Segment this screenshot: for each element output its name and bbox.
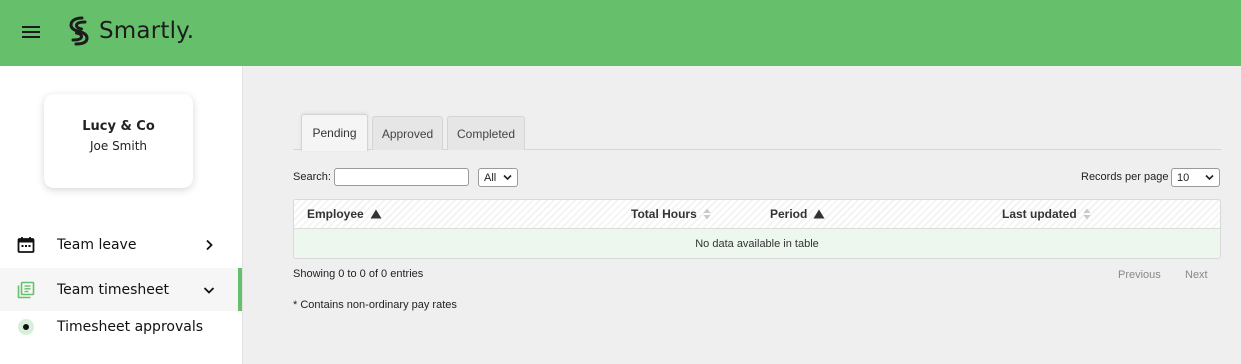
chevron-down-icon <box>1205 174 1214 181</box>
empty-table-row: No data available in table <box>294 229 1220 258</box>
column-header-label: Total Hours <box>631 207 697 221</box>
status-filter-value: All <box>484 171 497 184</box>
user-name: Joe Smith <box>89 139 148 153</box>
sort-ascending-icon <box>370 209 382 219</box>
sidebar-item-team-leave[interactable]: Team leave <box>0 224 242 266</box>
column-header-period[interactable]: Period <box>770 207 825 221</box>
column-header-label: Employee <box>307 207 364 221</box>
records-per-page-label: Records per page <box>1081 171 1169 183</box>
table-header: Employee Total Hours Period Last updated <box>294 200 1220 229</box>
company-card[interactable]: Lucy & Co Joe Smith <box>44 94 193 188</box>
calendar-icon <box>17 237 35 253</box>
sort-ascending-icon <box>813 209 825 219</box>
column-header-label: Last updated <box>1002 207 1077 221</box>
search-label: Search: <box>293 171 331 183</box>
brand-name: Smartly. <box>99 18 195 44</box>
tab-approved[interactable]: Approved <box>372 116 443 150</box>
company-name: Lucy & Co <box>82 119 155 134</box>
chevron-right-icon <box>206 239 213 251</box>
smartly-logo-icon <box>69 16 89 46</box>
brand-logo[interactable]: Smartly. <box>66 14 194 48</box>
status-tabs: Pending Approved Completed <box>293 114 1221 151</box>
active-dot-icon <box>18 319 34 335</box>
timesheet-icon <box>17 281 35 298</box>
sidebar-item-label: Timesheet approvals <box>57 319 204 335</box>
search-input[interactable] <box>334 168 469 186</box>
previous-page-button[interactable]: Previous <box>1118 269 1161 281</box>
sidebar-item-timesheet-approvals[interactable]: Timesheet approvals <box>0 309 242 345</box>
sort-both-icon <box>703 208 711 220</box>
records-per-page-select[interactable]: 10 <box>1171 168 1220 187</box>
sidebar: Lucy & Co Joe Smith Team leave Team time… <box>0 66 243 364</box>
sidebar-item-label: Team timesheet <box>57 281 169 298</box>
tab-completed[interactable]: Completed <box>447 116 525 150</box>
chevron-down-icon <box>203 286 215 294</box>
column-header-last-updated[interactable]: Last updated <box>1002 207 1091 221</box>
sort-both-icon <box>1083 208 1091 220</box>
sidebar-item-team-timesheet[interactable]: Team timesheet <box>0 268 242 311</box>
chevron-down-icon <box>503 174 512 181</box>
footnote: * Contains non-ordinary pay rates <box>293 299 457 311</box>
tab-pending[interactable]: Pending <box>301 114 368 151</box>
hamburger-menu-icon[interactable] <box>22 25 40 39</box>
sidebar-item-label: Team leave <box>57 237 137 253</box>
column-header-label: Period <box>770 207 808 221</box>
column-header-employee[interactable]: Employee <box>307 207 382 221</box>
timesheet-table: Employee Total Hours Period Last updated <box>293 199 1221 259</box>
status-filter-select[interactable]: All <box>478 168 518 187</box>
top-header: Smartly. <box>0 0 1241 66</box>
table-info: Showing 0 to 0 of 0 entries <box>293 268 424 280</box>
column-header-total-hours[interactable]: Total Hours <box>631 207 711 221</box>
records-per-page-value: 10 <box>1177 171 1190 184</box>
next-page-button[interactable]: Next <box>1185 269 1208 281</box>
